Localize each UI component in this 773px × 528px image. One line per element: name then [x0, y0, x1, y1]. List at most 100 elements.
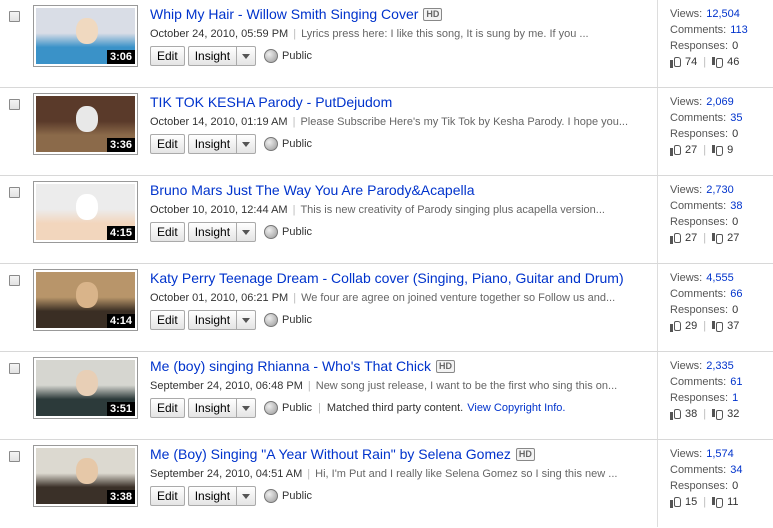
more-options-button[interactable] [236, 134, 257, 154]
meta-divider: | [307, 468, 311, 480]
video-row: 4:15 Bruno Mars Just The Way You Are Par… [0, 176, 773, 264]
video-controls: Edit Insight Public | [150, 310, 312, 330]
views-count[interactable]: 12,504 [706, 8, 740, 20]
rating-divider: | [703, 496, 707, 508]
edit-button[interactable]: Edit [150, 310, 185, 330]
video-duration: 3:51 [106, 402, 135, 416]
comments-count[interactable]: 35 [730, 112, 742, 124]
select-checkbox[interactable] [9, 275, 20, 286]
chevron-down-icon [242, 53, 251, 59]
comments-stat: Comments: 38 [670, 200, 743, 212]
globe-icon [264, 489, 279, 503]
comments-count[interactable]: 66 [730, 288, 742, 300]
comments-count[interactable]: 61 [730, 376, 742, 388]
comments-count[interactable]: 34 [730, 464, 742, 476]
select-checkbox[interactable] [9, 451, 20, 462]
rating-stat: 29 | 37 [670, 320, 739, 332]
privacy-label: Public [282, 402, 313, 414]
video-description: New song just release, I want to be the … [315, 380, 618, 392]
more-options-button[interactable] [236, 398, 257, 418]
video-stats: Views: 4,555 Comments: 66 Responses: 0 29 |… [657, 264, 762, 351]
video-description: This is new creativity of Parody singing… [300, 204, 605, 216]
insight-button[interactable]: Insight [187, 222, 238, 242]
video-thumbnail[interactable]: 4:14 [33, 269, 138, 331]
dislikes-count: 37 [727, 320, 740, 332]
insight-button[interactable]: Insight [187, 310, 238, 330]
video-title-link[interactable]: Me (Boy) Singing "A Year Without Rain" b… [150, 446, 511, 462]
views-stat: Views: 2,335 [670, 360, 734, 372]
comments-count[interactable]: 38 [730, 200, 742, 212]
insight-button[interactable]: Insight [187, 46, 238, 66]
privacy-label: Public [282, 490, 313, 502]
privacy-status: Public | Matched third party content. Vi… [264, 401, 565, 415]
select-checkbox[interactable] [9, 187, 20, 198]
dislikes-count: 9 [727, 144, 734, 156]
video-stats: Views: 2,730 Comments: 38 Responses: 0 27 |… [657, 176, 762, 263]
more-options-button[interactable] [236, 310, 257, 330]
responses-stat: Responses: 0 [670, 216, 739, 228]
meta-divider: | [292, 116, 296, 128]
video-thumbnail[interactable]: 3:06 [33, 5, 138, 67]
views-count[interactable]: 4,555 [706, 272, 734, 284]
more-options-button[interactable] [236, 46, 257, 66]
view-copyright-info-link[interactable]: View Copyright Info. [467, 402, 565, 414]
video-thumbnail[interactable]: 3:38 [33, 445, 138, 507]
views-stat: Views: 1,574 [670, 448, 734, 460]
select-checkbox[interactable] [9, 99, 20, 110]
select-checkbox[interactable] [9, 363, 20, 374]
comments-stat: Comments: 34 [670, 464, 743, 476]
views-count[interactable]: 1,574 [706, 448, 734, 460]
edit-button[interactable]: Edit [150, 486, 185, 506]
thumbnail-image: 4:14 [36, 272, 135, 328]
likes-count: 38 [685, 408, 698, 420]
views-count[interactable]: 2,730 [706, 184, 734, 196]
responses-stat: Responses: 0 [670, 480, 739, 492]
responses-stat: Responses: 0 [670, 40, 739, 52]
video-title-link[interactable]: Whip My Hair - Willow Smith Singing Cove… [150, 6, 418, 22]
responses-count: 1 [732, 392, 739, 404]
video-thumbnail[interactable]: 3:36 [33, 93, 138, 155]
chevron-down-icon [242, 317, 251, 323]
rating-divider: | [703, 144, 707, 156]
responses-count: 0 [732, 128, 739, 140]
matched-content-notice: Matched third party content. [326, 402, 464, 414]
thumbnail-figure [75, 370, 98, 397]
rating-stat: 38 | 32 [670, 408, 739, 420]
views-count[interactable]: 2,335 [706, 360, 734, 372]
edit-button[interactable]: Edit [150, 134, 185, 154]
video-description: Please Subscribe Here's my Tik Tok by Ke… [300, 116, 629, 128]
views-stat: Views: 2,069 [670, 96, 734, 108]
upload-date: September 24, 2010, 06:48 PM [150, 380, 303, 392]
video-title-link[interactable]: Katy Perry Teenage Dream - Collab cover … [150, 270, 624, 286]
thumbs-down-icon [712, 321, 724, 332]
responses-stat: Responses: 0 [670, 128, 739, 140]
privacy-divider: | [318, 402, 321, 414]
video-title-link[interactable]: TIK TOK KESHA Parody - PutDejudom [150, 94, 392, 110]
more-options-button[interactable] [236, 222, 257, 242]
rating-divider: | [703, 232, 707, 244]
views-stat: Views: 4,555 [670, 272, 734, 284]
meta-divider: | [307, 380, 311, 392]
more-options-button[interactable] [236, 486, 257, 506]
dislikes-count: 32 [727, 408, 740, 420]
comments-count[interactable]: 113 [730, 24, 748, 36]
video-title-link[interactable]: Bruno Mars Just The Way You Are Parody&A… [150, 182, 475, 198]
globe-icon [264, 401, 279, 415]
insight-button[interactable]: Insight [187, 486, 238, 506]
edit-button[interactable]: Edit [150, 46, 185, 66]
video-thumbnail[interactable]: 4:15 [33, 181, 138, 243]
views-count[interactable]: 2,069 [706, 96, 734, 108]
privacy-label: Public [282, 50, 313, 62]
select-checkbox[interactable] [9, 11, 20, 22]
video-thumbnail[interactable]: 3:51 [33, 357, 138, 419]
thumbs-up-icon [670, 144, 682, 156]
video-duration: 4:14 [106, 314, 135, 328]
views-stat: Views: 12,504 [670, 8, 740, 20]
insight-button[interactable]: Insight [187, 398, 238, 418]
video-duration: 3:38 [106, 490, 135, 504]
privacy-status: Public | [264, 137, 312, 151]
insight-button[interactable]: Insight [187, 134, 238, 154]
video-title-link[interactable]: Me (boy) singing Rhianna - Who's That Ch… [150, 358, 431, 374]
edit-button[interactable]: Edit [150, 398, 185, 418]
edit-button[interactable]: Edit [150, 222, 185, 242]
